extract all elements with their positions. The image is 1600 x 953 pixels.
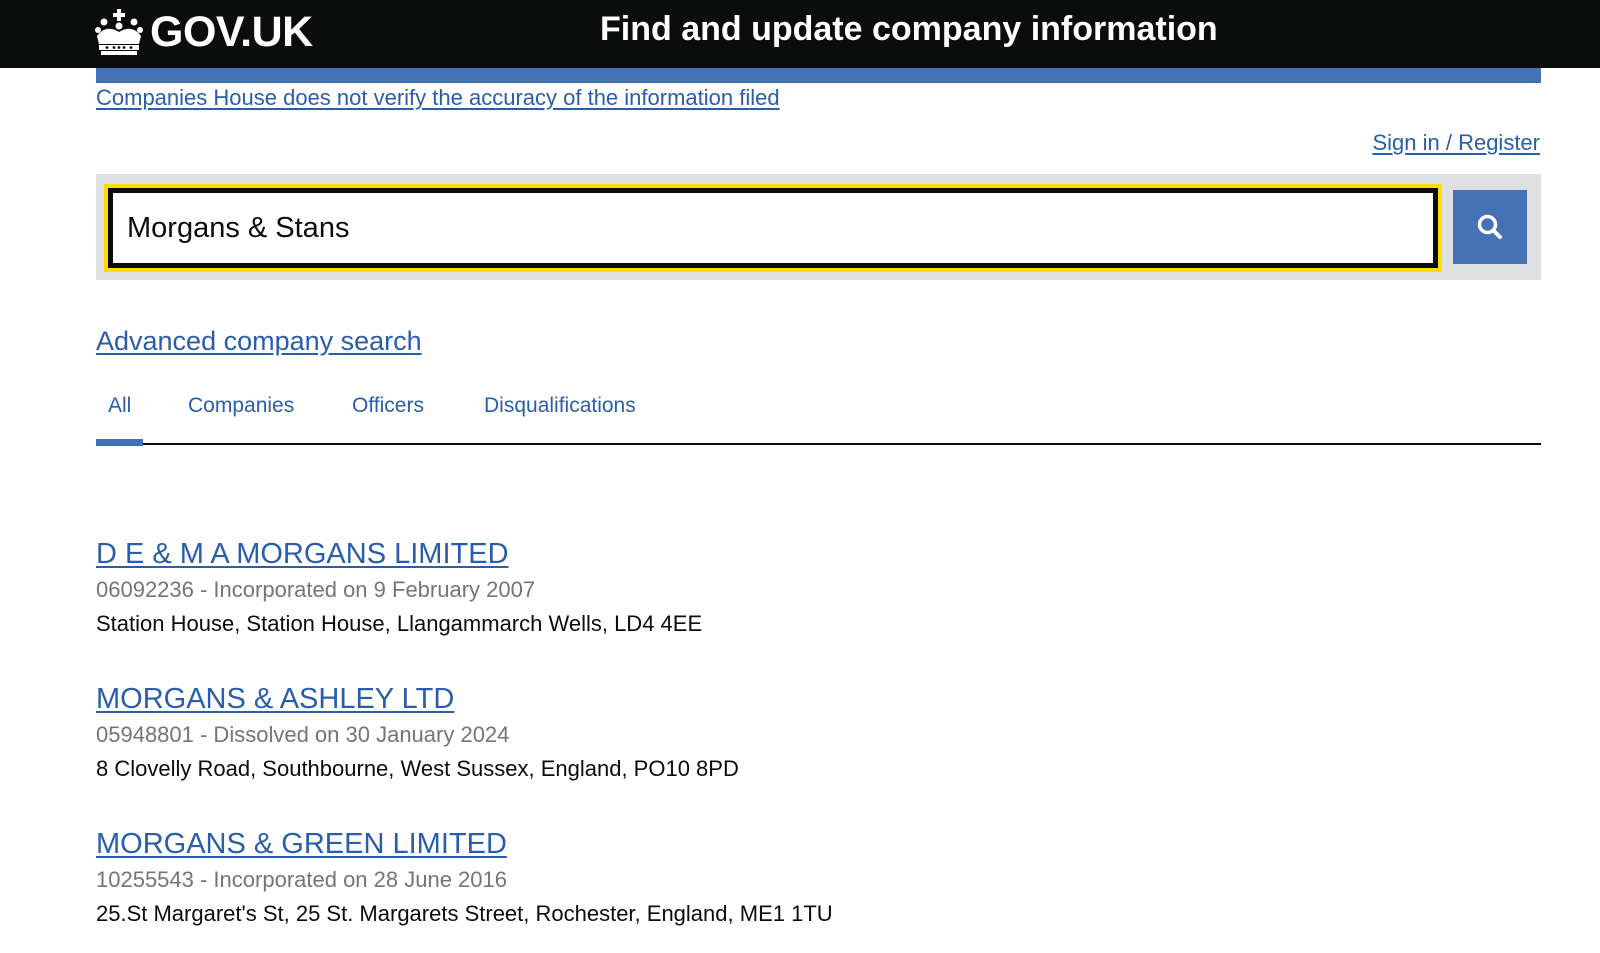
search-panel xyxy=(96,174,1541,280)
logo-text: GOV.UK xyxy=(150,7,313,56)
result-meta: 10255543 - Incorporated on 28 June 2016 xyxy=(96,867,507,892)
service-name[interactable]: Find and update company information xyxy=(600,10,1220,49)
search-result: MORGANS & GREEN LIMITED 10255543 - Incor… xyxy=(96,826,833,928)
result-title-link[interactable]: MORGANS & ASHLEY LTD xyxy=(96,681,739,717)
crown-icon xyxy=(95,9,143,55)
tab-disqualifications[interactable]: Disqualifications xyxy=(484,394,636,432)
tab-officers[interactable]: Officers xyxy=(352,394,424,432)
search-button[interactable] xyxy=(1453,190,1527,264)
tab-all[interactable]: All xyxy=(95,394,144,446)
sign-in-register-link[interactable]: Sign in / Register xyxy=(1372,130,1540,156)
govuk-logo-link[interactable]: GOV.UK xyxy=(94,4,313,60)
result-address: 25.St Margaret's St, 25 St. Margarets St… xyxy=(96,901,833,926)
header-accent-bar xyxy=(96,68,1541,83)
search-icon xyxy=(1477,214,1502,239)
search-input[interactable] xyxy=(104,184,1442,272)
search-result: D E & M A MORGANS LIMITED 06092236 - Inc… xyxy=(96,536,702,638)
result-meta: 06092236 - Incorporated on 9 February 20… xyxy=(96,577,536,602)
result-address: 8 Clovelly Road, Southbourne, West Susse… xyxy=(96,756,739,781)
tab-companies[interactable]: Companies xyxy=(188,394,294,432)
advanced-search-link[interactable]: Advanced company search xyxy=(96,326,422,357)
site-header: GOV.UK Find and update company informati… xyxy=(0,0,1600,68)
result-address: Station House, Station House, Llangammar… xyxy=(96,611,703,636)
result-title-link[interactable]: D E & M A MORGANS LIMITED xyxy=(96,536,702,572)
accuracy-disclaimer-link[interactable]: Companies House does not verify the accu… xyxy=(96,85,780,111)
result-title-link[interactable]: MORGANS & GREEN LIMITED xyxy=(96,826,833,862)
search-result: MORGANS & ASHLEY LTD 05948801 - Dissolve… xyxy=(96,681,739,783)
result-tabs: All Companies Officers Disqualifications xyxy=(95,386,1541,446)
result-meta: 05948801 - Dissolved on 30 January 2024 xyxy=(96,722,510,747)
